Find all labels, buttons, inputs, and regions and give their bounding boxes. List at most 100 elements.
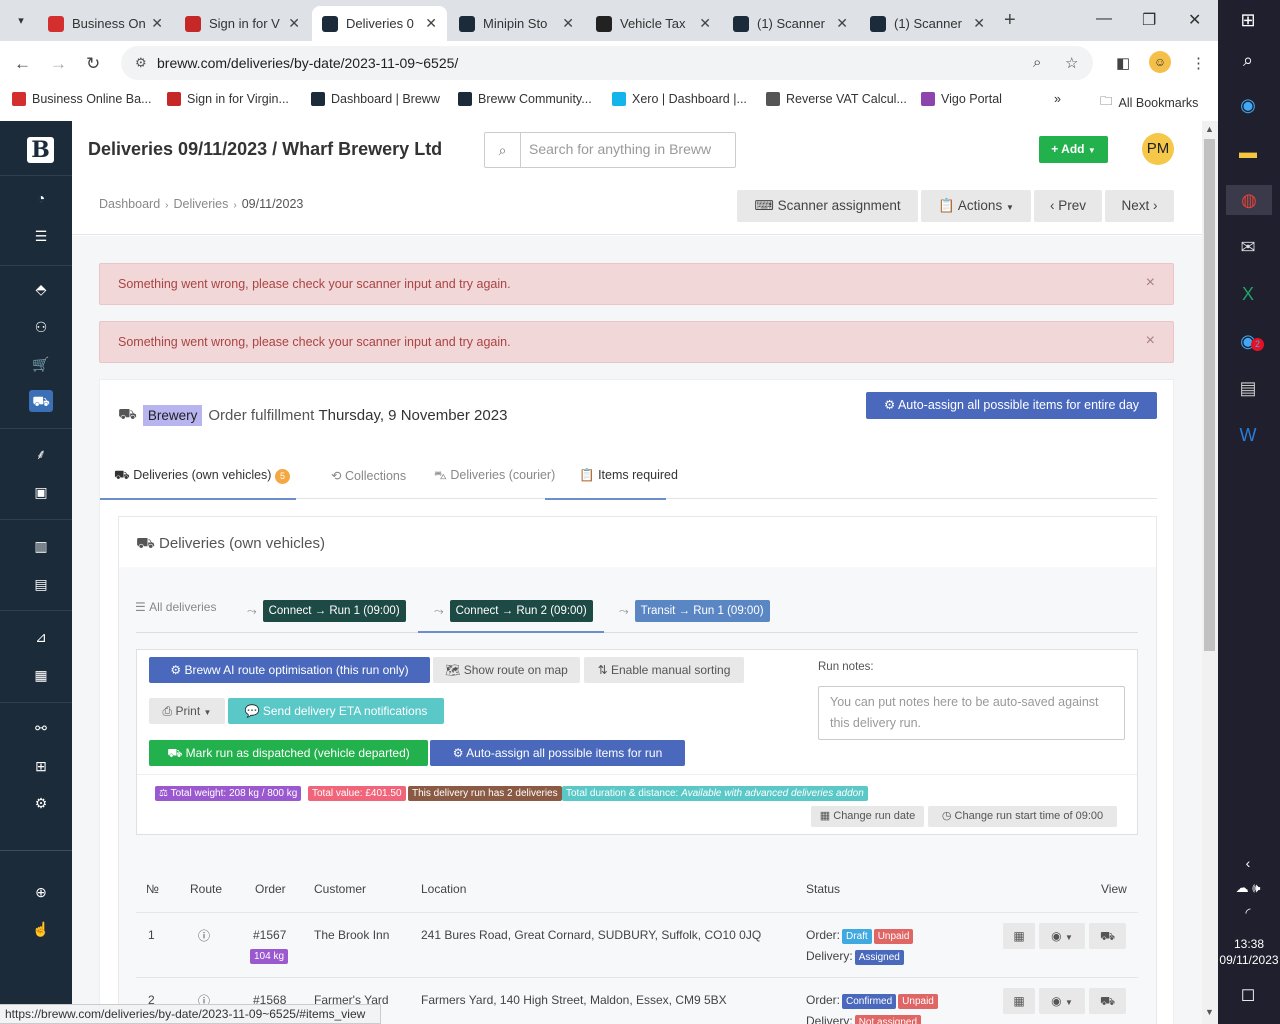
word-icon[interactable]: W xyxy=(1233,420,1263,450)
outlook-icon[interactable]: ◉ 2 xyxy=(1233,326,1264,356)
apps-grid-icon[interactable]: ⊞ xyxy=(29,755,53,777)
close-icon[interactable]: × xyxy=(1146,274,1155,292)
menu-icon[interactable]: ⋮ xyxy=(1191,54,1206,72)
ai-route-button[interactable]: ⚙ Breww AI route optimisation (this run … xyxy=(149,657,430,683)
hops-icon[interactable]: ⸙ xyxy=(29,443,53,465)
global-search[interactable]: ⌕ xyxy=(484,132,736,168)
excel-icon[interactable]: X xyxy=(1233,279,1263,309)
new-tab-button[interactable]: + xyxy=(1004,9,1016,32)
add-button[interactable]: + Add ▼ xyxy=(1039,136,1108,163)
forward-icon[interactable]: → xyxy=(50,54,67,74)
scanner-assignment-button[interactable]: ⌨ Scanner assignment xyxy=(737,190,918,222)
browser-tab-active[interactable]: Deliveries 0 ✕ xyxy=(312,6,447,41)
tab-deliveries-own[interactable]: ⛟ Deliveries (own vehicles) 5 xyxy=(114,468,290,484)
bookmark-item[interactable]: Sign in for Virgin... xyxy=(167,92,289,106)
profile-avatar-icon[interactable]: ☺ xyxy=(1149,51,1171,73)
list-icon[interactable]: ☰ xyxy=(29,225,53,247)
ledger-icon[interactable]: ▦ xyxy=(29,664,53,686)
site-info-icon[interactable]: ⚙ xyxy=(135,55,147,71)
browser-tab[interactable]: Minipin Sto ✕ xyxy=(449,6,584,41)
reload-icon[interactable]: ↻ xyxy=(86,54,100,74)
truck-button[interactable]: ⛟ xyxy=(1089,988,1126,1014)
auto-assign-day-button[interactable]: ⚙ Auto-assign all possible items for ent… xyxy=(866,392,1157,419)
calendar-button[interactable]: ▦ xyxy=(1003,988,1035,1014)
edge-icon[interactable]: ◉ xyxy=(1233,90,1263,120)
close-icon[interactable]: ✕ xyxy=(425,15,437,32)
close-icon[interactable]: ✕ xyxy=(699,15,711,32)
browser-tab[interactable]: (1) Scanner ✕ xyxy=(860,6,995,41)
truck-button[interactable]: ⛟ xyxy=(1089,923,1126,949)
brewing-icon[interactable]: ⬘ xyxy=(29,278,53,300)
manual-sort-button[interactable]: ⇅ Enable manual sorting xyxy=(584,657,744,683)
tab-search-button[interactable]: ▾ xyxy=(8,8,34,34)
zoom-icon[interactable]: ⌕ xyxy=(1033,54,1041,71)
mail-icon[interactable]: ✉ xyxy=(1233,232,1263,262)
run-tab[interactable]: ⤳ Transit → Run 1 (09:00) xyxy=(619,600,770,622)
browser-tab[interactable]: Sign in for V ✕ xyxy=(175,6,310,41)
search-input[interactable] xyxy=(529,141,729,157)
help-lifebuoy-icon[interactable]: ⊕ xyxy=(29,881,53,903)
handshake-icon[interactable]: ⚯ xyxy=(29,717,53,739)
file-explorer-icon[interactable]: ▬ xyxy=(1233,137,1263,167)
prev-button[interactable]: ‹ Prev xyxy=(1034,190,1102,222)
next-button[interactable]: Next › xyxy=(1105,190,1174,222)
bookmark-item[interactable]: Business Online Ba... xyxy=(12,92,152,106)
search-icon[interactable]: ⌕ xyxy=(485,133,521,167)
breadcrumb-deliveries[interactable]: Deliveries xyxy=(174,197,229,211)
actions-button[interactable]: 📋 Actions ▼ xyxy=(921,190,1031,222)
calendar-button[interactable]: ▦ xyxy=(1003,923,1035,949)
close-icon[interactable]: ✕ xyxy=(836,15,848,32)
user-avatar[interactable]: PM xyxy=(1142,133,1174,165)
windows-start-icon[interactable]: ⊞ xyxy=(1233,5,1263,35)
order-link[interactable]: #1567 xyxy=(253,928,286,942)
show-map-button[interactable]: 🗺 Show route on map xyxy=(433,657,580,683)
bookmark-item[interactable]: Dashboard | Breww xyxy=(311,92,440,106)
auto-assign-run-button[interactable]: ⚙ Auto-assign all possible items for run xyxy=(430,740,685,766)
dispatch-button[interactable]: ⛟ Mark run as dispatched (vehicle depart… xyxy=(149,740,428,766)
bookmark-star-icon[interactable]: ☆ xyxy=(1065,54,1078,72)
notepad-icon[interactable]: ▤ xyxy=(1233,373,1263,403)
box-icon[interactable]: ▣ xyxy=(29,481,53,503)
close-icon[interactable]: ✕ xyxy=(562,15,574,32)
tab-items-required[interactable]: 📋 Items required xyxy=(579,468,678,483)
page-scrollbar[interactable]: ▲ ▼ xyxy=(1202,121,1218,1024)
bookmark-item[interactable]: Vigo Portal xyxy=(921,92,1002,106)
search-icon[interactable]: ⌕ xyxy=(1233,45,1263,75)
tab-all-deliveries[interactable]: ☰ All deliveries xyxy=(135,600,216,614)
reports-chart-icon[interactable]: ⊿ xyxy=(29,626,53,648)
scroll-thumb[interactable] xyxy=(1204,139,1215,651)
bookmark-item[interactable]: Reverse VAT Calcul... xyxy=(766,92,907,106)
tab-deliveries-courier[interactable]: ⛍ Deliveries (courier) xyxy=(434,468,555,484)
info-icon[interactable]: ⓘ xyxy=(198,927,210,944)
settings-gear-icon[interactable]: ⚙ xyxy=(29,792,53,814)
delivery-truck-icon[interactable]: ⛟ xyxy=(29,390,53,412)
run-tab[interactable]: ⤳ Connect → Run 1 (09:00) xyxy=(247,600,406,622)
more-bookmarks-icon[interactable]: » xyxy=(1054,92,1061,106)
customer-link[interactable]: The Brook Inn xyxy=(314,928,389,942)
tab-collections[interactable]: ⟲ Collections xyxy=(331,468,406,483)
close-icon[interactable]: ✕ xyxy=(973,15,985,32)
run-tab-active[interactable]: ⤳ Connect → Run 2 (09:00) xyxy=(434,600,593,622)
bookmark-item[interactable]: Breww Community... xyxy=(458,92,592,106)
close-icon[interactable]: ✕ xyxy=(151,15,163,32)
invoice-icon[interactable]: ▤ xyxy=(29,573,53,595)
document-icon[interactable]: ▥ xyxy=(29,535,53,557)
breadcrumb-dashboard[interactable]: Dashboard xyxy=(99,197,160,211)
system-clock[interactable]: 13:38 09/11/2023 xyxy=(1218,936,1280,968)
customers-icon[interactable]: ⚇ xyxy=(29,316,53,338)
cart-icon[interactable]: 🛒 xyxy=(29,353,53,375)
scroll-up-icon[interactable]: ▲ xyxy=(1205,124,1214,134)
notifications-icon[interactable]: ☐ xyxy=(1233,982,1263,1012)
url-text[interactable]: breww.com/deliveries/by-date/2023-11-09~… xyxy=(157,55,458,71)
close-icon[interactable]: × xyxy=(1146,332,1155,350)
breww-logo[interactable]: B xyxy=(27,137,54,163)
browser-tab[interactable]: (1) Scanner ✕ xyxy=(723,6,858,41)
chrome-icon[interactable]: ◍ xyxy=(1226,185,1272,215)
minimize-button[interactable]: — xyxy=(1096,10,1112,28)
scroll-down-icon[interactable]: ▼ xyxy=(1205,1007,1214,1017)
restore-button[interactable]: ❐ xyxy=(1142,10,1156,30)
print-button[interactable]: ⎙ Print ▼ xyxy=(149,698,225,724)
send-eta-button[interactable]: 💬 Send delivery ETA notifications xyxy=(228,698,444,724)
window-close-button[interactable]: ✕ xyxy=(1188,10,1201,30)
all-bookmarks[interactable]: 🗀 All Bookmarks xyxy=(1100,92,1198,113)
